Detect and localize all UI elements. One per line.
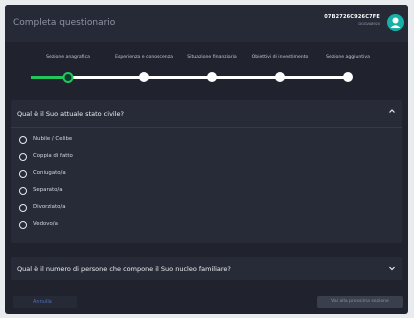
chevron-up-icon[interactable]: [388, 107, 396, 115]
question-panel-marital-status: Qual è il Suo attuale stato civile? Nubi…: [11, 100, 402, 243]
question-panel-household[interactable]: Qual è il numero di persone che compone …: [11, 257, 402, 280]
option-label: Coniugato/a: [33, 170, 66, 176]
user-icon: [390, 17, 401, 28]
option-label: Divorziato/a: [33, 204, 66, 210]
radio-button[interactable]: [19, 153, 27, 161]
step-dot-2[interactable]: [139, 72, 149, 82]
option-label: Separato/a: [33, 187, 63, 193]
step-dot-3[interactable]: [207, 72, 217, 82]
step-dot-5[interactable]: [343, 72, 353, 82]
user-subtitle: DGGVA8920: [358, 22, 380, 26]
step-dot-4[interactable]: [275, 72, 285, 82]
radio-button[interactable]: [19, 204, 27, 212]
avatar[interactable]: [387, 14, 404, 31]
progress-stepper: Sezione anagrafica Esperienza e conoscen…: [5, 55, 408, 91]
step-dot-1[interactable]: [64, 73, 72, 81]
user-id: 07B2726C926C7FE: [324, 14, 380, 20]
chevron-down-icon[interactable]: [388, 264, 396, 272]
progress-track: [31, 76, 347, 79]
question-title[interactable]: Qual è il Suo attuale stato civile?: [17, 110, 124, 118]
step-label-situazione: Situazione finanziaria: [187, 55, 237, 60]
progress-fill: [31, 76, 68, 79]
option-label: Coppia di fatto: [33, 153, 73, 159]
radio-button[interactable]: [19, 221, 27, 229]
cancel-button[interactable]: Annulla: [13, 296, 77, 308]
divider: [11, 127, 402, 128]
step-label-anagrafica: Sezione anagrafica: [46, 55, 90, 60]
option-label: Nubile / Celibe: [33, 136, 73, 142]
page-title: Completa questionario: [13, 18, 116, 28]
user-info[interactable]: 07B2726C926C7FE DGGVA8920: [324, 14, 380, 26]
header-bar: Completa questionario 07B2726C926C7FE DG…: [5, 5, 408, 42]
radio-button[interactable]: [19, 136, 27, 144]
radio-button[interactable]: [19, 170, 27, 178]
step-label-esperienza: Esperienza e conoscenza: [115, 55, 173, 60]
radio-button[interactable]: [19, 187, 27, 195]
next-section-button[interactable]: Vai alla prossima sezione: [317, 296, 403, 308]
option-label: Vedovo/a: [33, 221, 58, 227]
questionnaire-window: Completa questionario 07B2726C926C7FE DG…: [5, 5, 408, 314]
step-label-obiettivi: Obiettivi di investimento: [251, 55, 309, 60]
question-title[interactable]: Qual è il numero di persone che compone …: [17, 265, 231, 273]
step-label-aggiuntiva: Sezione aggiuntiva: [326, 55, 370, 60]
